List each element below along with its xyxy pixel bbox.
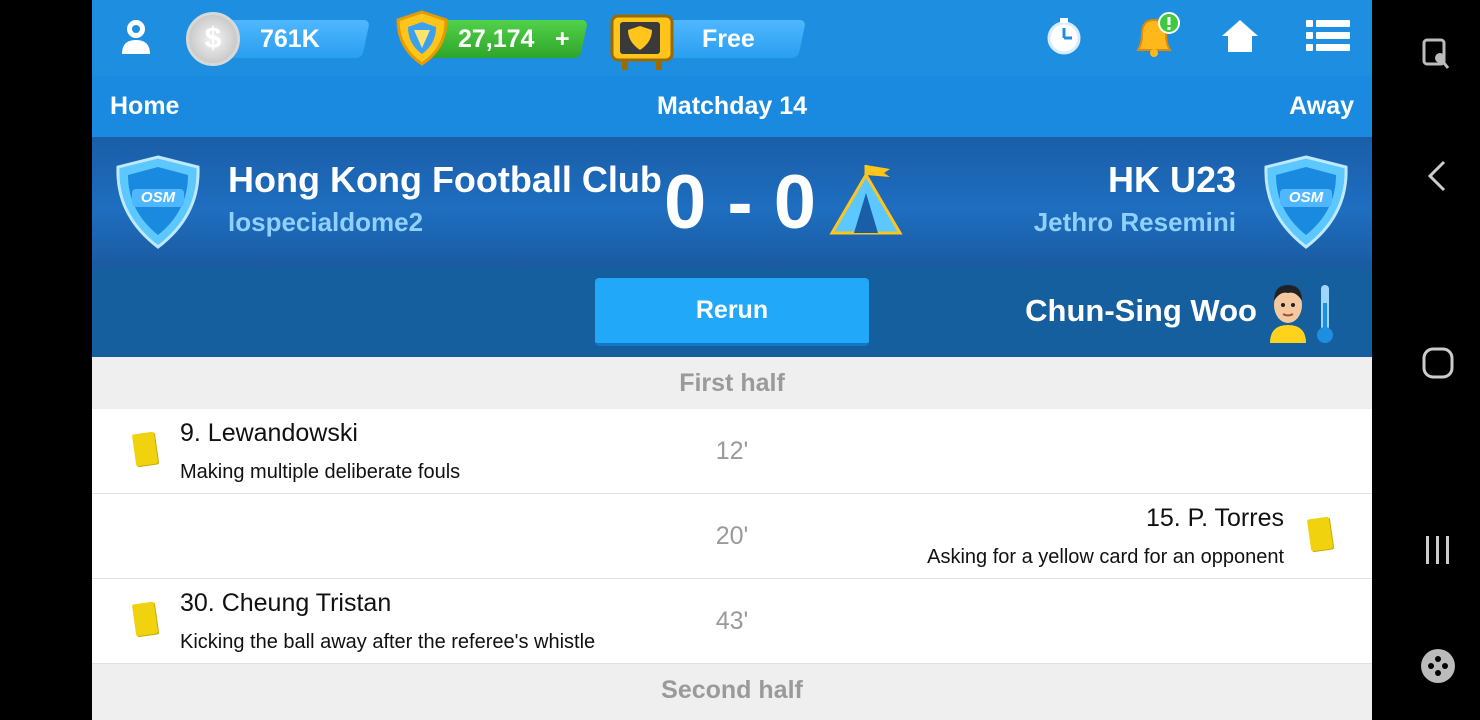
event-minute: 43' — [715, 607, 749, 635]
token-shield-icon — [396, 10, 448, 66]
home-team-name[interactable]: Hong Kong Football Club — [228, 159, 662, 201]
add-tokens-button[interactable]: + — [555, 20, 570, 58]
first-half-header: First half — [92, 357, 1372, 409]
event-minute: 20' — [715, 522, 749, 550]
scoreboard: OSM Hong Kong Football Club lospecialdom… — [92, 137, 1372, 269]
event-reason: Kicking the ball away after the referee'… — [180, 631, 596, 653]
back-icon[interactable] — [1418, 156, 1458, 196]
event-player: 30. Cheung Tristan — [180, 589, 392, 617]
away-label: Away — [1289, 92, 1354, 120]
coin-icon: $ — [186, 12, 240, 66]
menu-icon[interactable] — [1306, 16, 1350, 56]
profile-icon[interactable] — [116, 16, 156, 56]
event-row[interactable]: 9. Lewandowski Making multiple deliberat… — [92, 409, 1372, 494]
away-manager-name[interactable]: Jethro Resemini — [1034, 207, 1236, 238]
event-player: 9. Lewandowski — [180, 419, 358, 447]
away-team-name[interactable]: HK U23 — [1108, 159, 1236, 201]
home-crest-text: OSM — [140, 189, 176, 206]
yellow-card-icon — [131, 431, 159, 467]
top-bar: 761K $ 27,174 + Free — [92, 0, 1372, 76]
referee-name: Chun-Sing Woo — [1025, 293, 1257, 328]
bell-icon[interactable] — [1132, 12, 1180, 58]
tv-icon — [610, 14, 674, 70]
second-half-header: Second half — [92, 664, 1372, 720]
match-screen: 761K $ 27,174 + Free Home Matchday 14 Aw… — [92, 0, 1372, 720]
event-reason: Asking for a yellow card for an opponent — [927, 546, 1284, 568]
screenshot-icon[interactable] — [1418, 34, 1458, 74]
thermometer-icon — [1317, 285, 1333, 343]
matchday-label: Matchday 14 — [656, 92, 808, 120]
event-row[interactable]: 20' 15. P. Torres Asking for a yellow ca… — [92, 494, 1372, 579]
event-reason: Making multiple deliberate fouls — [180, 461, 461, 483]
yellow-card-icon — [1306, 516, 1334, 552]
android-home-icon[interactable] — [1418, 343, 1458, 383]
match-score: 0 - 0 — [664, 160, 817, 245]
game-tools-icon[interactable] — [1418, 646, 1458, 686]
stopwatch-icon[interactable] — [1044, 16, 1084, 56]
home-icon[interactable] — [1220, 16, 1260, 56]
referee-avatar-icon — [1270, 285, 1306, 343]
event-player: 15. P. Torres — [1145, 504, 1284, 532]
action-row: Rerun Chun-Sing Woo — [92, 269, 1372, 357]
event-minute: 12' — [715, 437, 749, 465]
match-header: Home Matchday 14 Away — [92, 76, 1372, 137]
tent-icon — [829, 165, 903, 235]
rerun-button[interactable]: Rerun — [595, 278, 869, 346]
yellow-card-icon — [131, 601, 159, 637]
home-manager-name[interactable]: lospecialdome2 — [228, 207, 423, 238]
recents-icon[interactable] — [1418, 530, 1458, 570]
away-crest-text: OSM — [1288, 189, 1324, 206]
event-row[interactable]: 30. Cheung Tristan Kicking the ball away… — [92, 579, 1372, 664]
